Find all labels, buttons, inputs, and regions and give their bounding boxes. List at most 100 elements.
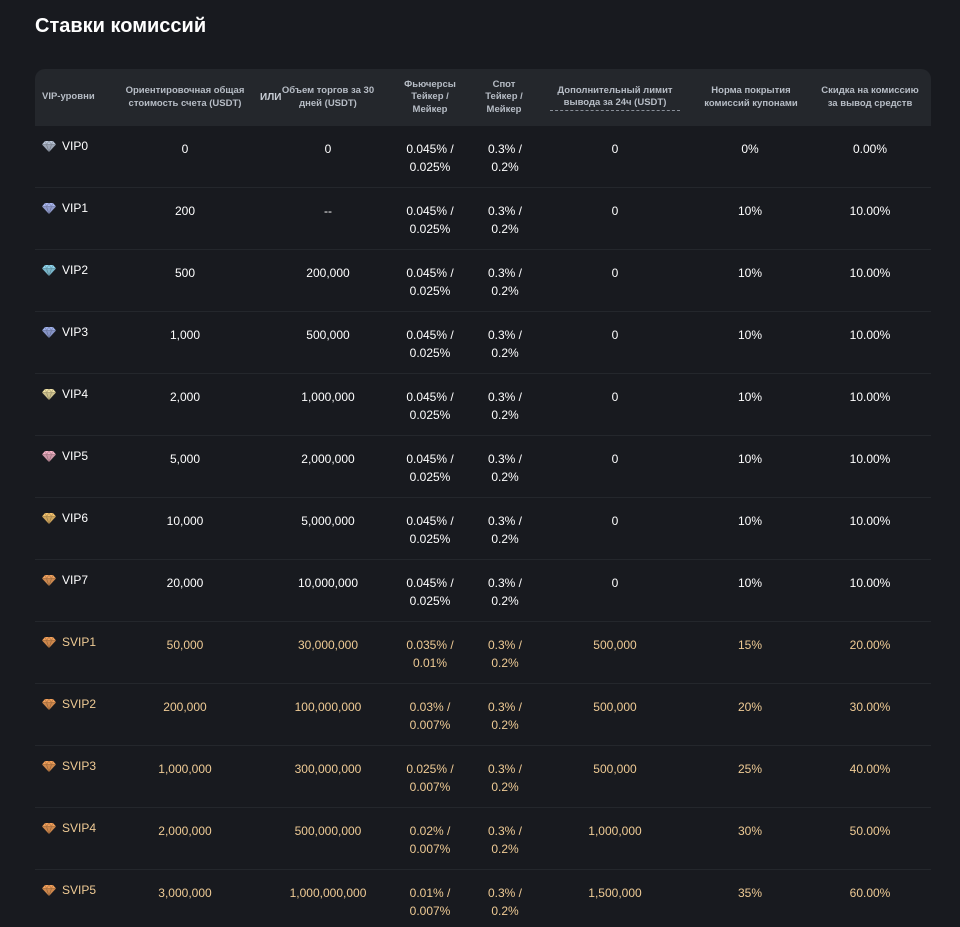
cell-withdraw-limit: 0 [611, 266, 619, 280]
cell-spot-maker: 0.2% [491, 159, 519, 174]
cell-withdraw-discount: 20.00% [849, 638, 891, 652]
cell-coupon-rate: 10% [737, 266, 763, 280]
table-row: SVIP4 2,000,000 500,000,000 0.02% /0.007% 0.… [35, 808, 931, 870]
cell-coupon-rate: 10% [737, 390, 763, 404]
cell-coupon-rate: 10% [737, 328, 763, 342]
vip-level-label: VIP7 [62, 573, 89, 587]
diamond-icon [42, 203, 56, 215]
vip-level-label: SVIP2 [62, 697, 97, 711]
vip-level-label: VIP6 [62, 511, 89, 525]
cell-balance: 0 [181, 142, 189, 156]
vip-level-label: SVIP3 [62, 759, 97, 773]
cell-withdraw-discount: 10.00% [849, 514, 891, 528]
cell-spot-maker: 0.2% [491, 841, 519, 856]
cell-coupon-rate: 10% [737, 576, 763, 590]
fee-rates-page: Ставки комиссий VIP-уровни Ориентировочн… [0, 0, 960, 927]
header-or: ИЛИ [260, 92, 282, 103]
header-balance: Ориентировочная общая стоимость счета (U… [125, 85, 245, 109]
cell-withdraw-discount: 0.00% [852, 142, 888, 156]
cell-spot-maker: 0.2% [491, 717, 519, 732]
header-coupon-rate: Норма покрытия комиссий купонами [704, 85, 798, 109]
cell-spot-maker: 0.2% [491, 655, 519, 670]
cell-coupon-rate: 10% [737, 204, 763, 218]
cell-spot-maker: 0.2% [491, 221, 519, 236]
cell-spot-maker: 0.2% [491, 469, 519, 484]
cell-balance: 2,000,000 [158, 824, 212, 838]
cell-balance: 500 [174, 266, 196, 280]
cell-withdraw-discount: 10.00% [849, 266, 891, 280]
cell-spot-maker: 0.2% [491, 531, 519, 546]
header-spot: Спот Тейкер / Мейкер [485, 78, 523, 115]
page-title: Ставки комиссий [35, 15, 207, 37]
table-header: VIP-уровни Ориентировочная общая стоимос… [35, 69, 931, 126]
cell-balance: 10,000 [166, 514, 204, 528]
table-row: SVIP5 3,000,000 1,000,000,000 0.01% /0.007%… [35, 870, 931, 927]
cell-coupon-rate: 35% [737, 886, 763, 900]
cell-withdraw-discount: 10.00% [849, 328, 891, 342]
cell-withdraw-discount: 10.00% [849, 452, 891, 466]
diamond-icon [42, 327, 56, 339]
cell-withdraw-limit: 500,000 [593, 762, 637, 776]
cell-withdraw-limit: 0 [611, 142, 619, 156]
cell-coupon-rate: 30% [737, 824, 763, 838]
header-futures: Фьючерсы Тейкер / Мейкер [404, 78, 456, 115]
cell-withdraw-limit: 500,000 [593, 700, 637, 714]
diamond-icon [42, 265, 56, 277]
cell-vip-level: SVIP4 [35, 820, 96, 838]
vip-level-label: VIP3 [62, 325, 89, 339]
header-withdraw-limit-label[interactable]: Дополнительный лимит вывода за 24ч (USDT… [550, 85, 680, 111]
header-volume: Объем торгов за 30 дней (USDT) [281, 85, 375, 109]
vip-level-label: SVIP4 [62, 821, 97, 835]
table-row: SVIP3 1,000,000 300,000,000 0.025% /0.007% 0… [35, 746, 931, 808]
vip-level-label: VIP4 [62, 387, 89, 401]
header-withdraw-discount: Скидка на комиссию за вывод средств [821, 85, 919, 109]
vip-level-label: VIP1 [62, 201, 89, 215]
table-row: VIP4 2,000 1,000,000 0.045% /0.025% 0.3% /0.… [35, 374, 931, 436]
cell-coupon-rate: 10% [737, 514, 763, 528]
cell-vip-level: VIP6 [35, 510, 88, 528]
cell-spot-maker: 0.2% [491, 903, 519, 918]
cell-withdraw-limit: 0 [611, 514, 619, 528]
cell-balance: 5,000 [169, 452, 201, 466]
vip-level-label: SVIP1 [62, 635, 97, 649]
cell-vip-level: VIP0 [35, 138, 88, 156]
cell-vip-level: VIP4 [35, 386, 88, 404]
cell-withdraw-discount: 30.00% [849, 700, 891, 714]
cell-coupon-rate: 0% [741, 142, 759, 156]
cell-vip-level: VIP1 [35, 200, 88, 218]
cell-coupon-rate: 15% [737, 638, 763, 652]
cell-withdraw-limit: 1,500,000 [588, 886, 642, 900]
table-row: VIP7 20,000 10,000,000 0.045% /0.025% 0.3% /… [35, 560, 931, 622]
table-row: VIP3 1,000 500,000 0.045% /0.025% 0.3% /0.2%… [35, 312, 931, 374]
cell-withdraw-limit: 0 [611, 452, 619, 466]
cell-spot-maker: 0.2% [491, 407, 519, 422]
cell-withdraw-limit: 0 [611, 576, 619, 590]
cell-withdraw-discount: 10.00% [849, 204, 891, 218]
diamond-icon [42, 637, 56, 649]
cell-vip-level: VIP5 [35, 448, 88, 466]
header-vip-level: VIP-уровни [42, 91, 95, 103]
cell-coupon-rate: 20% [737, 700, 763, 714]
cell-balance: 200 [174, 204, 196, 218]
cell-withdraw-discount: 60.00% [849, 886, 891, 900]
diamond-icon [42, 141, 56, 153]
cell-spot-maker: 0.2% [491, 593, 519, 608]
cell-vip-level: SVIP1 [35, 634, 96, 652]
diamond-icon [42, 513, 56, 525]
diamond-icon [42, 699, 56, 711]
cell-vip-level: SVIP5 [35, 882, 96, 900]
cell-withdraw-discount: 40.00% [849, 762, 891, 776]
cell-withdraw-limit: 1,000,000 [588, 824, 642, 838]
vip-level-label: SVIP5 [62, 883, 97, 897]
table-row: VIP6 10,000 5,000,000 0.045% /0.025% 0.3% /0… [35, 498, 931, 560]
cell-withdraw-discount: 10.00% [849, 390, 891, 404]
cell-balance: 3,000,000 [158, 886, 212, 900]
table-body: VIP0 0 0 0.045% /0.025% 0.3% /0.2% 0 0% 0.00% VI… [35, 126, 931, 927]
table-row: VIP0 0 0 0.045% /0.025% 0.3% /0.2% 0 0% 0.00% [35, 126, 931, 188]
cell-balance: 2,000 [169, 390, 201, 404]
cell-vip-level: VIP7 [35, 572, 88, 590]
cell-withdraw-limit: 0 [611, 328, 619, 342]
cell-balance: 1,000,000 [158, 762, 212, 776]
vip-level-label: VIP2 [62, 263, 89, 277]
header-withdraw-limit: Дополнительный лимит вывода за 24ч (USDT… [550, 69, 680, 126]
